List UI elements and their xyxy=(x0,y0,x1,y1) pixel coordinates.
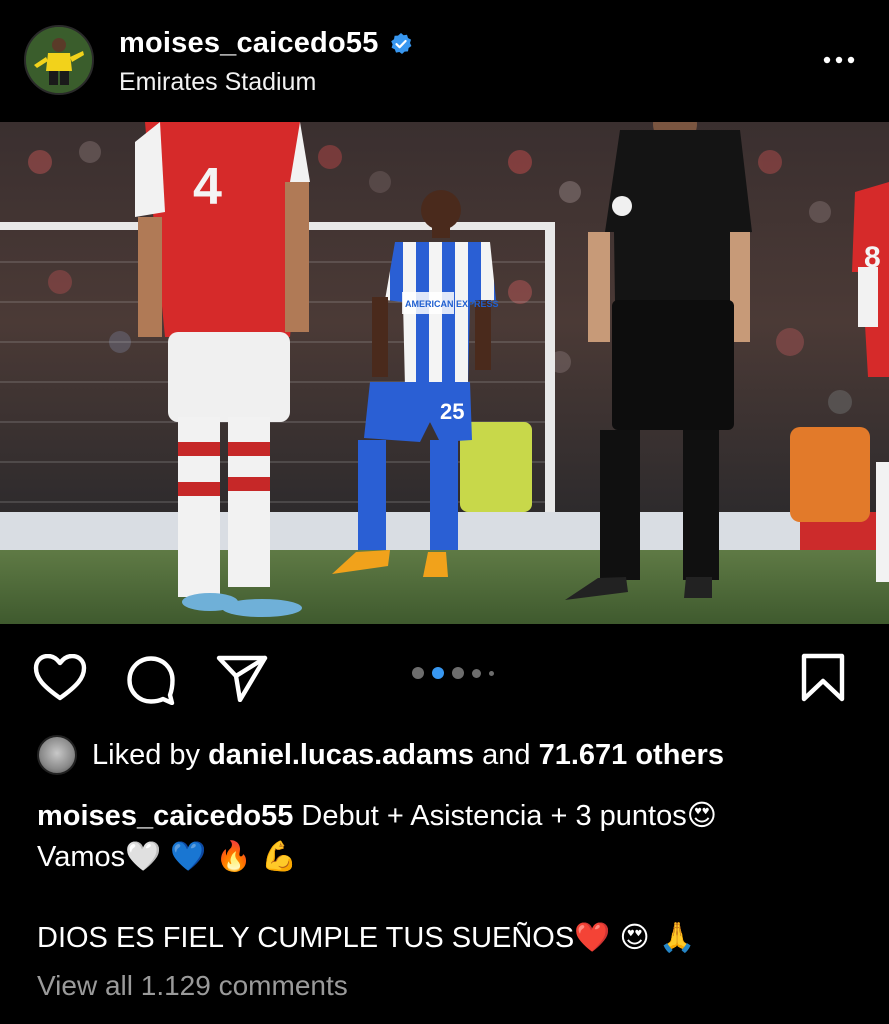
jersey-number-8: 8 xyxy=(864,241,881,274)
caption-line-3: DIOS ES FIEL Y CUMPLE TUS SUEÑOS❤️ 😍 🙏 xyxy=(37,916,695,959)
carousel-dot-active xyxy=(432,667,444,679)
caption-text: DIOS ES FIEL Y CUMPLE TUS SUEÑOS xyxy=(37,922,575,954)
carousel-dot xyxy=(472,668,481,678)
caption-text: Vamos xyxy=(37,841,126,873)
post-header: moises_caicedo55 Emirates Stadium xyxy=(0,0,889,122)
liker-avatar[interactable] xyxy=(37,735,77,775)
post-location[interactable]: Emirates Stadium xyxy=(119,68,316,97)
caption-emoji: 😍 xyxy=(686,798,717,832)
caption-text: Debut + Asistencia + 3 puntos xyxy=(301,800,687,832)
sponsor-text: AMERICAN EXPRESS xyxy=(405,299,499,309)
caption-emojis: 🤍 💙 🔥 💪 xyxy=(125,839,298,873)
bookmark-icon[interactable] xyxy=(800,653,846,703)
comment-icon[interactable] xyxy=(126,655,176,705)
heart-icon[interactable] xyxy=(33,654,87,702)
carousel-dot xyxy=(412,667,424,679)
likes-and: and xyxy=(482,738,531,771)
caption-emojis: ❤️ 😍 🙏 xyxy=(574,920,696,954)
carousel-indicator xyxy=(412,665,494,681)
verified-badge-icon xyxy=(390,32,411,54)
likes-prefix: Liked by xyxy=(92,738,201,771)
more-horizontal-icon[interactable] xyxy=(819,48,859,72)
caption-line-1: moises_caicedo55 Debut + Asistencia + 3 … xyxy=(37,794,867,837)
likes-summary[interactable]: Liked by daniel.lucas.adams and 71.671 o… xyxy=(37,735,724,775)
post-photo[interactable]: 4 AMERICAN EXPRESS 25 8 xyxy=(0,122,889,624)
carousel-dot xyxy=(452,667,464,679)
football-match-photo: 4 AMERICAN EXPRESS 25 8 xyxy=(0,122,889,624)
send-icon[interactable] xyxy=(216,654,268,702)
avatar-image xyxy=(26,27,92,93)
jersey-number-25: 25 xyxy=(440,399,464,424)
carousel-dot xyxy=(489,670,494,676)
jersey-number-4: 4 xyxy=(193,158,222,216)
likes-count[interactable]: 71.671 others xyxy=(539,739,724,772)
profile-avatar[interactable] xyxy=(24,25,94,95)
post-username[interactable]: moises_caicedo55 xyxy=(119,27,379,60)
caption-line-2: Vamos🤍 💙 🔥 💪 xyxy=(37,835,297,878)
view-all-comments-link[interactable]: View all 1.129 comments xyxy=(37,970,348,1002)
caption-username[interactable]: moises_caicedo55 xyxy=(37,800,293,832)
liker-username[interactable]: daniel.lucas.adams xyxy=(208,739,474,772)
